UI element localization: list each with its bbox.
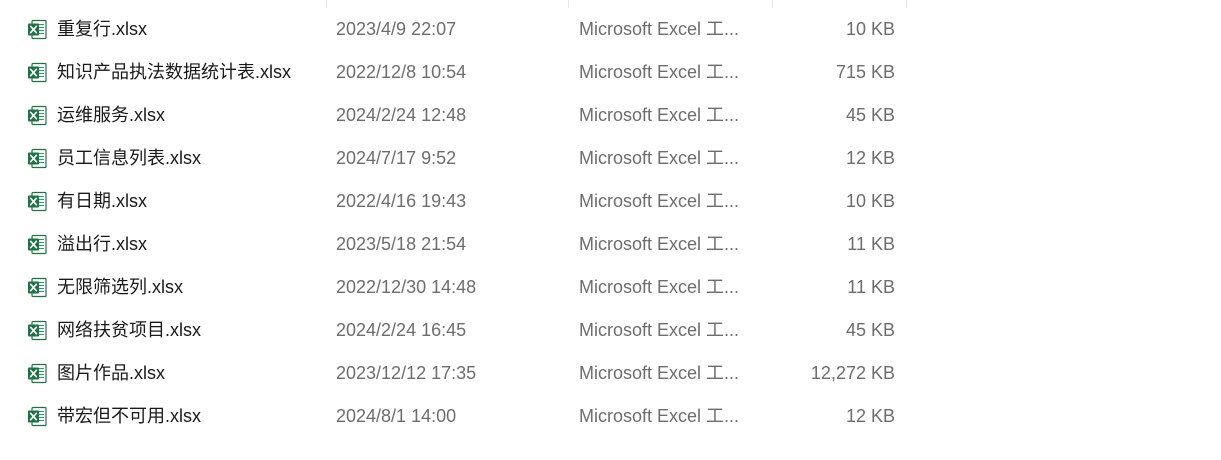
file-row[interactable]: 重复行.xlsx 2023/4/9 22:07 Microsoft Excel … — [0, 8, 1221, 51]
file-type: Microsoft Excel 工... — [579, 62, 740, 82]
file-modified-date: 2024/7/17 9:52 — [336, 148, 457, 168]
excel-file-icon — [27, 19, 48, 40]
excel-file-icon — [27, 191, 48, 212]
file-size: 45 KB — [845, 320, 895, 340]
excel-file-icon — [27, 320, 48, 341]
column-divider[interactable] — [906, 0, 907, 8]
file-modified-date: 2024/2/24 16:45 — [336, 320, 467, 340]
file-row[interactable]: 知识产品执法数据统计表.xlsx 2022/12/8 10:54 Microso… — [0, 51, 1221, 94]
file-modified-date: 2023/5/18 21:54 — [336, 234, 467, 254]
file-name: 溢出行.xlsx — [57, 234, 147, 254]
column-divider[interactable] — [326, 0, 327, 8]
excel-file-icon — [27, 406, 48, 427]
file-name: 运维服务.xlsx — [57, 105, 165, 125]
file-size: 12 KB — [845, 148, 895, 168]
file-size: 11 KB — [847, 277, 895, 297]
file-size: 12 KB — [845, 406, 895, 426]
file-name: 员工信息列表.xlsx — [57, 148, 201, 168]
file-type: Microsoft Excel 工... — [579, 191, 740, 211]
column-divider[interactable] — [568, 0, 569, 8]
file-name: 有日期.xlsx — [57, 191, 147, 211]
excel-file-icon — [27, 277, 48, 298]
file-type: Microsoft Excel 工... — [579, 277, 740, 297]
file-size: 12,272 KB — [810, 363, 895, 383]
file-name: 重复行.xlsx — [57, 19, 147, 39]
file-modified-date: 2022/4/16 19:43 — [336, 191, 467, 211]
column-divider[interactable] — [772, 0, 773, 8]
file-row[interactable]: 有日期.xlsx 2022/4/16 19:43 Microsoft Excel… — [0, 180, 1221, 223]
file-modified-date: 2023/4/9 22:07 — [336, 19, 457, 39]
file-type: Microsoft Excel 工... — [579, 105, 740, 125]
file-modified-date: 2024/8/1 14:00 — [336, 406, 457, 426]
file-row[interactable]: 带宏但不可用.xlsx 2024/8/1 14:00 Microsoft Exc… — [0, 395, 1221, 438]
file-name: 知识产品执法数据统计表.xlsx — [57, 62, 291, 82]
file-row[interactable]: 溢出行.xlsx 2023/5/18 21:54 Microsoft Excel… — [0, 223, 1221, 266]
file-row[interactable]: 无限筛选列.xlsx 2022/12/30 14:48 Microsoft Ex… — [0, 266, 1221, 309]
file-size: 45 KB — [845, 105, 895, 125]
file-modified-date: 2023/12/12 17:35 — [336, 363, 477, 383]
file-list: 重复行.xlsx 2023/4/9 22:07 Microsoft Excel … — [0, 0, 1221, 438]
file-size: 715 KB — [835, 62, 895, 82]
file-type: Microsoft Excel 工... — [579, 148, 740, 168]
file-row[interactable]: 网络扶贫项目.xlsx 2024/2/24 16:45 Microsoft Ex… — [0, 309, 1221, 352]
excel-file-icon — [27, 62, 48, 83]
excel-file-icon — [27, 363, 48, 384]
excel-file-icon — [27, 105, 48, 126]
file-name: 图片作品.xlsx — [57, 363, 165, 383]
file-row[interactable]: 运维服务.xlsx 2024/2/24 12:48 Microsoft Exce… — [0, 94, 1221, 137]
file-type: Microsoft Excel 工... — [579, 19, 740, 39]
excel-file-icon — [27, 148, 48, 169]
file-type: Microsoft Excel 工... — [579, 320, 740, 340]
file-modified-date: 2024/2/24 12:48 — [336, 105, 467, 125]
file-type: Microsoft Excel 工... — [579, 406, 740, 426]
file-type: Microsoft Excel 工... — [579, 363, 740, 383]
excel-file-icon — [27, 234, 48, 255]
file-modified-date: 2022/12/30 14:48 — [336, 277, 477, 297]
file-name: 网络扶贫项目.xlsx — [57, 320, 201, 340]
file-name: 无限筛选列.xlsx — [57, 277, 183, 297]
file-size: 10 KB — [845, 19, 895, 39]
file-row[interactable]: 员工信息列表.xlsx 2024/7/17 9:52 Microsoft Exc… — [0, 137, 1221, 180]
file-name: 带宏但不可用.xlsx — [57, 406, 201, 426]
file-modified-date: 2022/12/8 10:54 — [336, 62, 467, 82]
file-row[interactable]: 图片作品.xlsx 2023/12/12 17:35 Microsoft Exc… — [0, 352, 1221, 395]
file-size: 11 KB — [847, 234, 895, 254]
file-type: Microsoft Excel 工... — [579, 234, 740, 254]
file-size: 10 KB — [845, 191, 895, 211]
